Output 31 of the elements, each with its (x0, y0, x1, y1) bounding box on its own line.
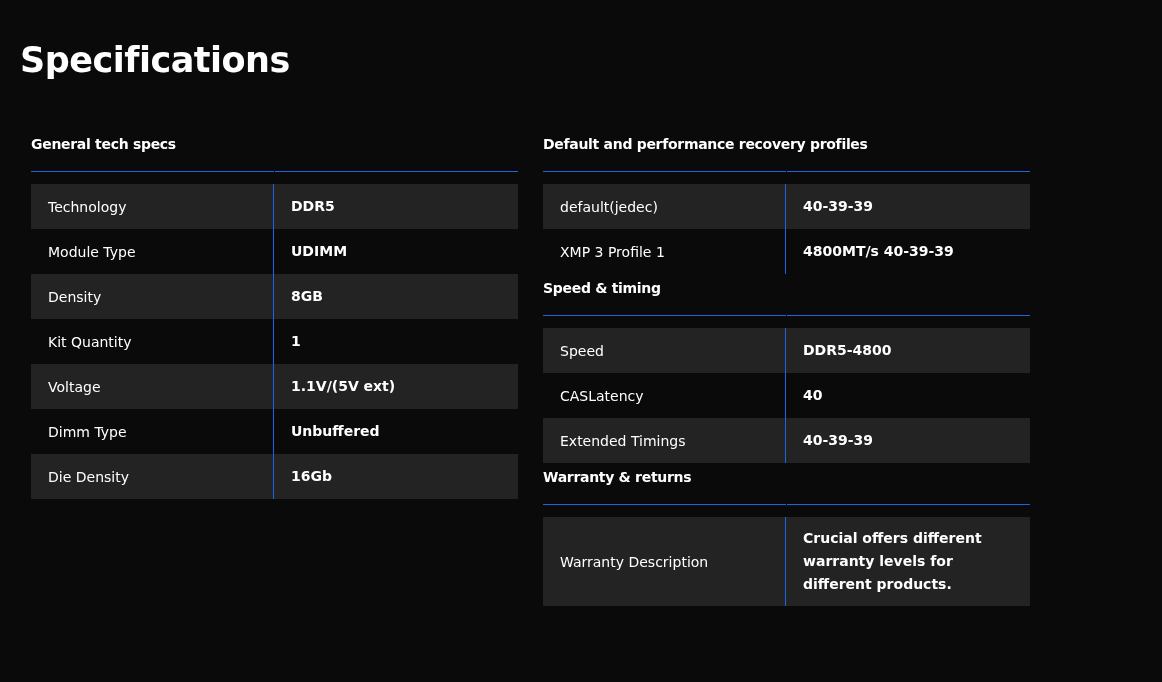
spec-label: Die Density (48, 468, 129, 485)
page-title: Specifications (20, 40, 291, 80)
spec-value: 40 (803, 386, 823, 405)
spec-value: Unbuffered (291, 422, 380, 441)
spec-value: DDR5 (291, 197, 335, 216)
spec-value: 40-39-39 (803, 197, 874, 216)
section-heading: Speed & timing (543, 280, 662, 298)
spec-value: 16Gb (291, 467, 332, 486)
spec-label: Voltage (48, 378, 101, 395)
spec-label: Warranty Description (560, 553, 709, 570)
spec-label: Speed (560, 342, 604, 359)
spec-label: CASLatency (560, 387, 644, 404)
section-heading: General tech specs (31, 136, 177, 154)
spec-value: 1.1V/(5V ext) (291, 377, 396, 396)
spec-label: default(jedec) (560, 198, 658, 215)
spec-value: 1 (291, 332, 301, 351)
spec-label: Kit Quantity (48, 333, 132, 350)
spec-label: Extended Timings (560, 432, 686, 449)
spec-value: 40-39-39 (803, 431, 874, 450)
spec-value: 8GB (291, 287, 323, 306)
spec-value: 4800MT/s 40-39-39 (803, 242, 954, 261)
section-heading: Default and performance recovery profiles (543, 136, 869, 154)
spec-label: Module Type (48, 243, 136, 260)
spec-value: DDR5-4800 (803, 341, 892, 360)
spec-label: Dimm Type (48, 423, 127, 440)
spec-value: UDIMM (291, 242, 348, 261)
spec-label: XMP 3 Profile 1 (560, 243, 665, 260)
spec-value: Crucial offers different warranty levels for different products. (803, 529, 983, 594)
spec-label: Technology (48, 198, 127, 215)
section-heading: Warranty & returns (543, 469, 693, 487)
spec-label: Density (48, 288, 102, 305)
